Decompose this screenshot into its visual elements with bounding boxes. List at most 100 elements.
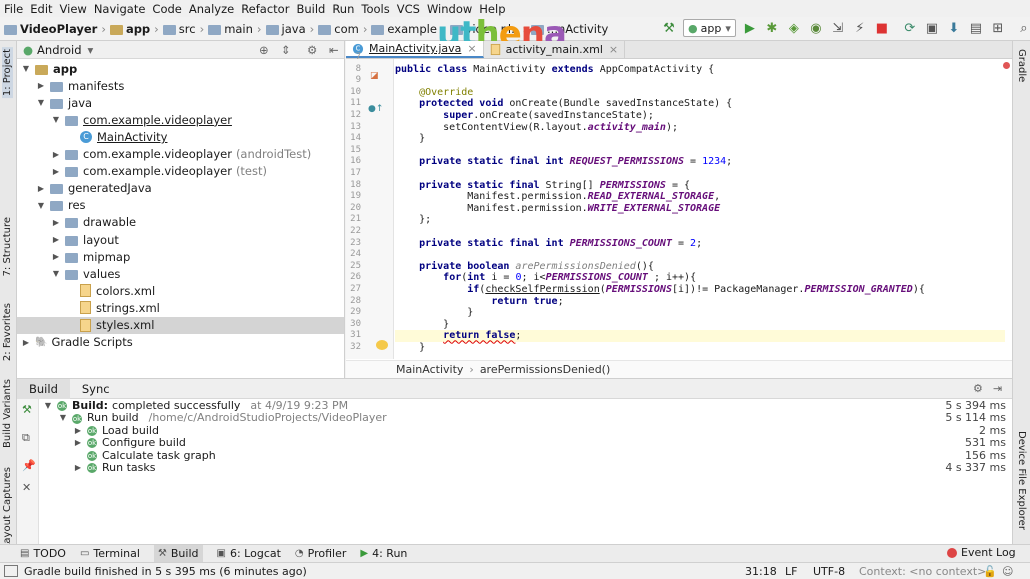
profile-icon[interactable]: ◉ bbox=[808, 20, 824, 36]
crumb-class[interactable]: MainActivity bbox=[396, 363, 463, 376]
chevron-right-icon[interactable]: ▶ bbox=[21, 338, 31, 347]
code-line[interactable]: Manifest.permission.READ_EXTERNAL_STORAG… bbox=[395, 191, 720, 203]
structure-tool-tab[interactable]: 7: Structure bbox=[2, 217, 13, 276]
chevron-down-icon[interactable]: ▼ bbox=[58, 412, 68, 425]
chevron-right-icon[interactable]: ▶ bbox=[51, 235, 61, 244]
toggle-tool-windows-icon[interactable] bbox=[4, 565, 18, 577]
sdk-manager-icon[interactable]: ⬇ bbox=[946, 20, 962, 36]
gear-icon[interactable]: ⚙ bbox=[973, 382, 983, 395]
tree-row[interactable]: ▶ 🐘 Gradle Scripts bbox=[21, 334, 133, 351]
close-icon[interactable]: × bbox=[467, 42, 476, 55]
editor-tab[interactable]: activity_main.xml × bbox=[484, 41, 626, 58]
breadcrumb-item[interactable]: java bbox=[265, 22, 306, 36]
chevron-right-icon[interactable]: ▶ bbox=[73, 462, 83, 475]
tool-tab-run[interactable]: ▶ 4: Run bbox=[360, 547, 407, 560]
hide-icon[interactable]: ⇤ bbox=[329, 43, 339, 57]
menu-item-run[interactable]: Run bbox=[332, 2, 354, 16]
lock-icon[interactable]: 🔓 bbox=[983, 565, 997, 578]
tool-tab-todo[interactable]: ▤ TODO bbox=[20, 547, 66, 560]
tree-row[interactable]: ▶ drawable bbox=[51, 214, 136, 231]
project-view-select[interactable]: Android bbox=[37, 43, 81, 57]
code-line[interactable]: }; bbox=[395, 214, 431, 226]
toggle-view-icon[interactable]: ⧉ bbox=[22, 431, 30, 445]
close-icon[interactable]: ✕ bbox=[22, 481, 31, 494]
code-line[interactable]: private static final String[] PERMISSION… bbox=[395, 180, 690, 192]
tree-row[interactable]: ▼ app bbox=[21, 60, 77, 77]
build-row[interactable]: ▶ ok Run tasks bbox=[73, 461, 156, 475]
project-tool-tab[interactable]: 1: Project bbox=[2, 47, 13, 99]
code-line[interactable]: } bbox=[395, 133, 425, 145]
favorites-tool-tab[interactable]: 2: Favorites bbox=[2, 303, 13, 361]
breadcrumb-item[interactable]: app bbox=[109, 22, 150, 36]
chevron-down-icon[interactable]: ▾ bbox=[88, 43, 94, 57]
chevron-down-icon[interactable]: ▼ bbox=[51, 269, 61, 278]
file-encoding[interactable]: UTF-8 bbox=[813, 565, 845, 578]
tree-row[interactable]: ▶ layout bbox=[51, 231, 119, 248]
tree-row[interactable]: ▼ values bbox=[51, 265, 120, 282]
menu-item-analyze[interactable]: Analyze bbox=[189, 2, 234, 16]
inspector-icon[interactable]: ☺ bbox=[1002, 565, 1013, 578]
tab-build[interactable]: Build bbox=[17, 378, 70, 399]
tree-row[interactable]: colors.xml bbox=[66, 282, 155, 299]
coverage-icon[interactable]: ◈ bbox=[786, 20, 802, 36]
gear-icon[interactable]: ⚙ bbox=[307, 43, 317, 57]
code-line[interactable]: setContentView(R.layout.activity_main); bbox=[395, 122, 678, 134]
chevron-down-icon[interactable]: ▼ bbox=[21, 64, 31, 73]
breadcrumb-item[interactable]: VideoPlayer bbox=[4, 22, 97, 36]
avd-manager-icon[interactable]: ▣ bbox=[924, 20, 940, 36]
tool-tab-build[interactable]: ⚒ Build bbox=[153, 544, 203, 563]
code-area[interactable]: public class MainActivity extends AppCom… bbox=[395, 59, 1005, 359]
gradle-tool-tab[interactable]: Gradle bbox=[1016, 49, 1027, 82]
search-icon[interactable]: ⌕ bbox=[1016, 20, 1030, 36]
tool-tab-logcat[interactable]: ▣ 6: Logcat bbox=[217, 547, 281, 560]
menu-item-vcs[interactable]: VCS bbox=[397, 2, 420, 16]
hammer-icon[interactable]: ⚒ bbox=[22, 403, 32, 416]
tree-row[interactable]: styles.xml bbox=[17, 316, 344, 334]
device-file-explorer-tab[interactable]: Device File Explorer bbox=[1016, 431, 1027, 530]
tool-tab-terminal[interactable]: ▭ Terminal bbox=[80, 547, 140, 560]
caret-position[interactable]: 31:18 bbox=[745, 565, 777, 578]
menu-item-view[interactable]: View bbox=[60, 2, 87, 16]
build-variants-tool-tab[interactable]: Build Variants bbox=[2, 379, 13, 448]
locate-icon[interactable]: ⊕ bbox=[259, 43, 269, 57]
chevron-right-icon[interactable]: ▶ bbox=[51, 150, 61, 159]
tree-row[interactable]: ▼ res bbox=[36, 197, 86, 214]
tree-row[interactable]: ▼ com.example.videoplayer bbox=[51, 111, 232, 128]
tree-row[interactable]: ▶ com.example.videoplayer (test) bbox=[51, 163, 267, 180]
code-line[interactable]: } bbox=[395, 342, 425, 354]
tree-row[interactable]: strings.xml bbox=[66, 299, 160, 316]
layout-inspector-icon[interactable]: ⊞ bbox=[990, 20, 1006, 36]
debug-icon[interactable]: ✱ bbox=[764, 20, 780, 36]
code-line[interactable]: Manifest.permission.WRITE_EXTERNAL_STORA… bbox=[395, 203, 720, 215]
menu-item-tools[interactable]: Tools bbox=[361, 2, 389, 16]
hide-icon[interactable]: ⇥ bbox=[993, 382, 1002, 395]
code-line[interactable]: public class MainActivity extends AppCom… bbox=[395, 64, 714, 76]
event-log-button[interactable]: Event Log bbox=[947, 546, 1016, 559]
stop-icon[interactable]: ■ bbox=[874, 20, 890, 36]
breadcrumb-item[interactable]: src bbox=[162, 22, 196, 36]
menu-item-edit[interactable]: Edit bbox=[30, 2, 52, 16]
code-line[interactable]: } bbox=[395, 307, 473, 319]
code-line[interactable]: } bbox=[395, 319, 449, 331]
apply-changes-icon[interactable]: ⚡ bbox=[852, 20, 868, 36]
chevron-right-icon[interactable]: ▶ bbox=[51, 252, 61, 261]
tab-sync[interactable]: Sync bbox=[70, 379, 122, 399]
tree-row[interactable]: ▶ manifests bbox=[36, 77, 124, 94]
chevron-right-icon[interactable]: ▶ bbox=[73, 437, 83, 450]
code-line[interactable]: return true; bbox=[395, 296, 563, 308]
chevron-right-icon[interactable]: ▶ bbox=[36, 184, 46, 193]
run-icon[interactable]: ▶ bbox=[742, 20, 758, 36]
layout-captures-tool-tab[interactable]: Layout Captures bbox=[2, 467, 13, 549]
tool-tab-profiler[interactable]: ◔ Profiler bbox=[295, 547, 346, 560]
tree-row[interactable]: C MainActivity bbox=[66, 128, 167, 145]
tree-row[interactable]: ▼ java bbox=[36, 94, 92, 111]
tree-row[interactable]: ▶ com.example.videoplayer (androidTest) bbox=[51, 146, 311, 163]
menu-item-navigate[interactable]: Navigate bbox=[94, 2, 146, 16]
override-gutter-icon[interactable]: ◪ bbox=[370, 71, 379, 81]
chevron-down-icon[interactable]: ▼ bbox=[43, 400, 53, 413]
attach-debugger-icon[interactable]: ⇲ bbox=[830, 20, 846, 36]
device-icon[interactable]: ▤ bbox=[968, 20, 984, 36]
code-line[interactable]: for(int i = 0; i<PERMISSIONS_COUNT ; i++… bbox=[395, 272, 696, 284]
code-line[interactable]: @Override bbox=[395, 87, 473, 99]
code-line[interactable]: super.onCreate(savedInstanceState); bbox=[395, 110, 654, 122]
